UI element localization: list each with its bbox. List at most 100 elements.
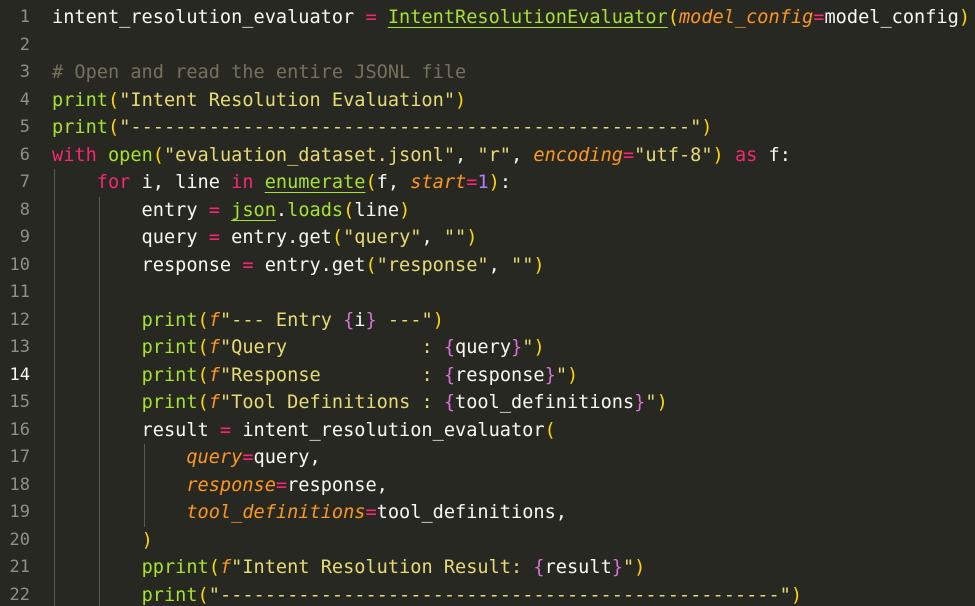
code-token: f — [208, 309, 220, 331]
code-token: f — [208, 364, 220, 386]
code-token: " — [555, 364, 568, 386]
code-token: IntentResolutionEvaluator — [387, 7, 668, 28]
code-line[interactable]: 14 print(f"Response : {response}") — [0, 362, 975, 390]
code-token: # Open and read the entire JSONL file — [52, 62, 467, 83]
code-token: = — [219, 419, 232, 441]
code-token: intent_resolution_evaluator — [231, 419, 545, 441]
code-line[interactable]: 13 print(f"Query : {query}") — [0, 334, 975, 362]
code-token: "---------------------------------------… — [119, 117, 702, 138]
code-token: ) — [141, 529, 153, 551]
code-line[interactable]: 16 result = intent_resolution_evaluator( — [0, 417, 975, 445]
code-line[interactable]: 20 ) — [0, 527, 975, 555]
code-line[interactable]: 22 print("------------------------------… — [0, 582, 975, 606]
code-line[interactable]: 8 entry = json.loads(line) — [0, 197, 975, 225]
line-number: 3 — [19, 62, 30, 82]
code-line[interactable]: 1 intent_resolution_evaluator = IntentRes… — [0, 4, 975, 32]
code-token: } — [544, 364, 556, 386]
code-token: ) — [656, 392, 668, 413]
code-token: ( — [197, 309, 209, 331]
code-token: response — [52, 254, 243, 276]
indent-guide — [54, 169, 55, 606]
code-line[interactable]: 4 print("Intent Resolution Evaluation") — [0, 87, 975, 115]
code-token: . — [275, 199, 288, 221]
indent-guide — [143, 444, 145, 527]
code-token: print — [141, 309, 198, 331]
code-line[interactable]: 9 query = entry.get("query", "") — [0, 224, 975, 252]
code-token: print — [52, 117, 108, 138]
code-text: print(f"Tool Definitions : {tool_definit… — [52, 389, 668, 417]
code-token: pprint — [141, 557, 209, 578]
code-token: line — [354, 199, 400, 221]
code-token: { — [443, 337, 456, 358]
code-token: } — [634, 392, 646, 413]
code-line[interactable]: 2 — [0, 32, 975, 60]
code-token: response — [455, 364, 545, 386]
code-line[interactable]: 15 print(f"Tool Definitions : {tool_defi… — [0, 389, 975, 417]
code-token: f — [219, 557, 232, 578]
code-token: enumerate — [264, 172, 366, 193]
code-token: ) — [533, 254, 545, 276]
code-line[interactable]: 19 tool_definitions=tool_definitions, — [0, 499, 975, 527]
code-token: ) — [432, 309, 444, 331]
code-token: entry.get — [219, 227, 332, 248]
code-token: encoding — [533, 144, 623, 166]
code-token: f: — [757, 144, 791, 166]
code-editor[interactable]: 1 intent_resolution_evaluator = IntentRes… — [0, 0, 975, 606]
code-token: ( — [197, 364, 209, 386]
code-token: in — [231, 172, 254, 193]
code-line[interactable]: 10 response = entry.get("response", "") — [0, 252, 975, 280]
code-token: query, — [253, 447, 321, 468]
line-number: 14 — [9, 364, 30, 385]
code-token: "Intent Resolution Result: — [231, 557, 534, 578]
code-token: query — [52, 227, 209, 248]
code-token: "utf-8" — [634, 144, 713, 166]
line-number: 7 — [19, 172, 30, 192]
code-line[interactable]: 7 for i, line in enumerate(f, start=1): — [0, 169, 975, 197]
code-token: "evaluation_dataset.jsonl" — [163, 144, 456, 166]
code-token: print — [141, 584, 198, 606]
line-number: 20 — [9, 529, 30, 550]
code-token: start — [410, 172, 467, 193]
code-text: result = intent_resolution_evaluator( — [52, 417, 556, 445]
code-line[interactable]: 6 with open("evaluation_dataset.jsonl", "… — [0, 142, 975, 170]
code-token: "" — [511, 254, 534, 276]
code-text: print("Intent Resolution Evaluation") — [52, 87, 466, 115]
code-token: } — [365, 309, 377, 331]
code-line[interactable]: 12 print(f"--- Entry {i} ---") — [0, 307, 975, 335]
code-token: ( — [107, 89, 120, 111]
code-token: = — [242, 254, 254, 276]
code-token: ) — [712, 144, 724, 166]
code-token: " — [522, 337, 534, 358]
code-token: ( — [197, 392, 209, 413]
line-number: 22 — [9, 584, 30, 605]
code-line[interactable]: 5 print("--------------------------------… — [0, 114, 975, 142]
line-number: 18 — [9, 474, 30, 495]
code-token: i, line — [130, 172, 232, 193]
code-token: " — [645, 392, 657, 413]
code-token: tool_definitions — [455, 392, 635, 413]
code-token: ( — [107, 117, 120, 138]
code-token: "Tool Definitions : — [219, 392, 444, 413]
code-line[interactable]: 3 # Open and read the entire JSONL file — [0, 59, 975, 87]
code-text: print("---------------------------------… — [52, 114, 713, 142]
code-line[interactable]: 21 pprint(f"Intent Resolution Result: {r… — [0, 554, 975, 582]
code-text: intent_resolution_evaluator = IntentReso… — [52, 4, 970, 32]
line-number: 9 — [19, 227, 30, 247]
code-line[interactable]: 11 — [0, 279, 975, 307]
line-number: 1 — [19, 7, 30, 27]
code-line[interactable]: 17 query=query, — [0, 444, 975, 472]
code-line[interactable]: 18 response=response, — [0, 472, 975, 500]
code-token: model_config — [824, 7, 959, 28]
code-token: response, — [287, 474, 388, 496]
code-token: { — [443, 364, 456, 386]
line-number: 12 — [9, 309, 30, 330]
code-token: result — [52, 419, 220, 441]
code-text: # Open and read the entire JSONL file — [52, 59, 466, 87]
code-text: print("---------------------------------… — [52, 582, 803, 606]
